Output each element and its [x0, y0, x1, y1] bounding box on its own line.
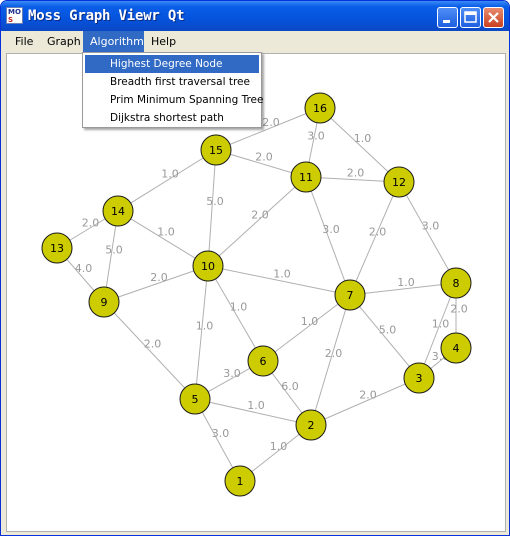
- window-title: Moss Graph Viewr Qt: [28, 8, 185, 24]
- minimize-button[interactable]: [437, 7, 458, 28]
- edge-weight-label: 1.0: [301, 315, 319, 328]
- node-label: 5: [192, 393, 199, 406]
- node-label: 8: [453, 277, 460, 290]
- edge-3-7: [349, 294, 420, 379]
- maximize-icon: [464, 11, 477, 23]
- moss-app-icon[interactable]: MO S: [6, 7, 23, 24]
- menu-item-breadth-first-traversal-tree[interactable]: Breadth first traversal tree: [85, 73, 259, 91]
- edge-weight-label: 5.0: [105, 244, 123, 257]
- algorithm-menu-popup: Highest Degree Node Breadth first traver…: [82, 52, 263, 128]
- menu-help[interactable]: Help: [144, 31, 183, 52]
- edge-weight-label: 1.0: [247, 399, 265, 412]
- edge-weight-label: 2.0: [450, 303, 468, 316]
- edge-7-12: [349, 181, 400, 296]
- graph-node-6[interactable]: 6: [247, 345, 279, 377]
- menu-item-highest-degree-node[interactable]: Highest Degree Node: [85, 55, 259, 73]
- graph-node-5[interactable]: 5: [179, 383, 211, 415]
- menu-bar: File Graph Algorithm Help: [5, 31, 505, 52]
- graph-node-16[interactable]: 16: [304, 92, 336, 124]
- graph-node-13[interactable]: 13: [41, 232, 73, 264]
- edge-weight-label: 2.0: [255, 151, 273, 164]
- node-label: 15: [209, 144, 223, 157]
- edge-weight-label: 3.0: [212, 427, 230, 440]
- graph-node-8[interactable]: 8: [440, 267, 472, 299]
- edge-weight-label: 2.0: [369, 226, 387, 239]
- menu-item-prim-minimum-spanning-tree[interactable]: Prim Minimum Spanning Tree: [85, 91, 263, 109]
- edge-2-3: [310, 377, 420, 426]
- edge-weight-label: 3.0: [307, 130, 325, 143]
- edge-8-12: [398, 181, 457, 284]
- edge-weight-label: 1.0: [161, 168, 179, 181]
- node-label: 10: [201, 260, 215, 273]
- edge-weight-label: 4.0: [75, 262, 93, 275]
- minimize-icon: [443, 20, 450, 23]
- node-label: 13: [50, 242, 64, 255]
- node-label: 7: [347, 289, 354, 302]
- menu-algorithm[interactable]: Algorithm: [83, 31, 144, 52]
- graph-node-10[interactable]: 10: [192, 250, 224, 282]
- edge-weight-label: 5.0: [206, 195, 224, 208]
- node-label: 12: [392, 176, 406, 189]
- edge-weight-label: 1.0: [196, 320, 214, 333]
- graph-node-15[interactable]: 15: [200, 134, 232, 166]
- node-label: 11: [299, 171, 313, 184]
- node-label: 3: [416, 372, 423, 385]
- edge-weight-label: 2.0: [262, 116, 280, 129]
- edge-weight-label: 3.0: [223, 367, 241, 380]
- edge-6-10: [207, 265, 264, 362]
- edge-weight-label: 2.0: [359, 389, 377, 402]
- menu-graph[interactable]: Graph: [40, 31, 88, 52]
- close-button[interactable]: [483, 7, 504, 28]
- close-icon: [488, 12, 499, 23]
- edge-weight-label: 2.0: [347, 167, 365, 180]
- edge-5-10: [194, 265, 209, 400]
- edge-weight-label: 3.0: [322, 223, 340, 236]
- edge-weight-label: 2.0: [150, 271, 168, 284]
- edge-weight-label: 1.0: [273, 268, 291, 281]
- node-label: 2: [308, 419, 315, 432]
- edge-weight-label: 1.0: [157, 226, 175, 239]
- graph-node-7[interactable]: 7: [334, 279, 366, 311]
- graph-node-11[interactable]: 11: [290, 161, 322, 193]
- edge-weight-label: 1.0: [397, 276, 415, 289]
- node-label: 9: [101, 296, 108, 309]
- node-label: 4: [453, 342, 460, 355]
- graph-node-9[interactable]: 9: [88, 286, 120, 318]
- edge-7-11: [305, 176, 351, 296]
- edge-15-14: [117, 149, 217, 212]
- edge-weight-label: 6.0: [281, 380, 299, 393]
- edge-10-14: [117, 210, 209, 267]
- node-label: 16: [313, 102, 327, 115]
- node-label: 6: [260, 355, 267, 368]
- node-label: 14: [111, 205, 125, 218]
- edge-weight-label: 2.0: [325, 347, 343, 360]
- graph-node-2[interactable]: 2: [295, 409, 327, 441]
- graph-node-1[interactable]: 1: [224, 465, 256, 497]
- edge-10-15: [207, 149, 217, 267]
- title-bar[interactable]: MO S Moss Graph Viewr Qt: [1, 1, 509, 31]
- edge-weight-label: 2.0: [82, 217, 100, 230]
- graph-node-12[interactable]: 12: [383, 166, 415, 198]
- node-label: 1: [237, 475, 244, 488]
- menu-file[interactable]: File: [8, 31, 40, 52]
- edge-weight-label: 2.0: [251, 209, 269, 222]
- graph-node-4[interactable]: 4: [440, 332, 472, 364]
- edge-weight-label: 5.0: [379, 324, 397, 337]
- graph-node-14[interactable]: 14: [102, 195, 134, 227]
- edge-10-11: [207, 176, 307, 267]
- maximize-button[interactable]: [460, 7, 481, 28]
- edge-weight-label: 1.0: [432, 318, 450, 331]
- edge-weight-label: 1.0: [354, 132, 372, 145]
- edge-weight-label: 1.0: [270, 440, 288, 453]
- edge-weight-label: 3.0: [422, 220, 440, 233]
- graph-node-3[interactable]: 3: [403, 362, 435, 394]
- edge-weight-label: 1.0: [230, 301, 248, 314]
- menu-item-dijkstra-shortest-path[interactable]: Dijkstra shortest path: [85, 109, 259, 127]
- edge-weight-label: 2.0: [144, 338, 162, 351]
- edge-5-9: [103, 301, 196, 400]
